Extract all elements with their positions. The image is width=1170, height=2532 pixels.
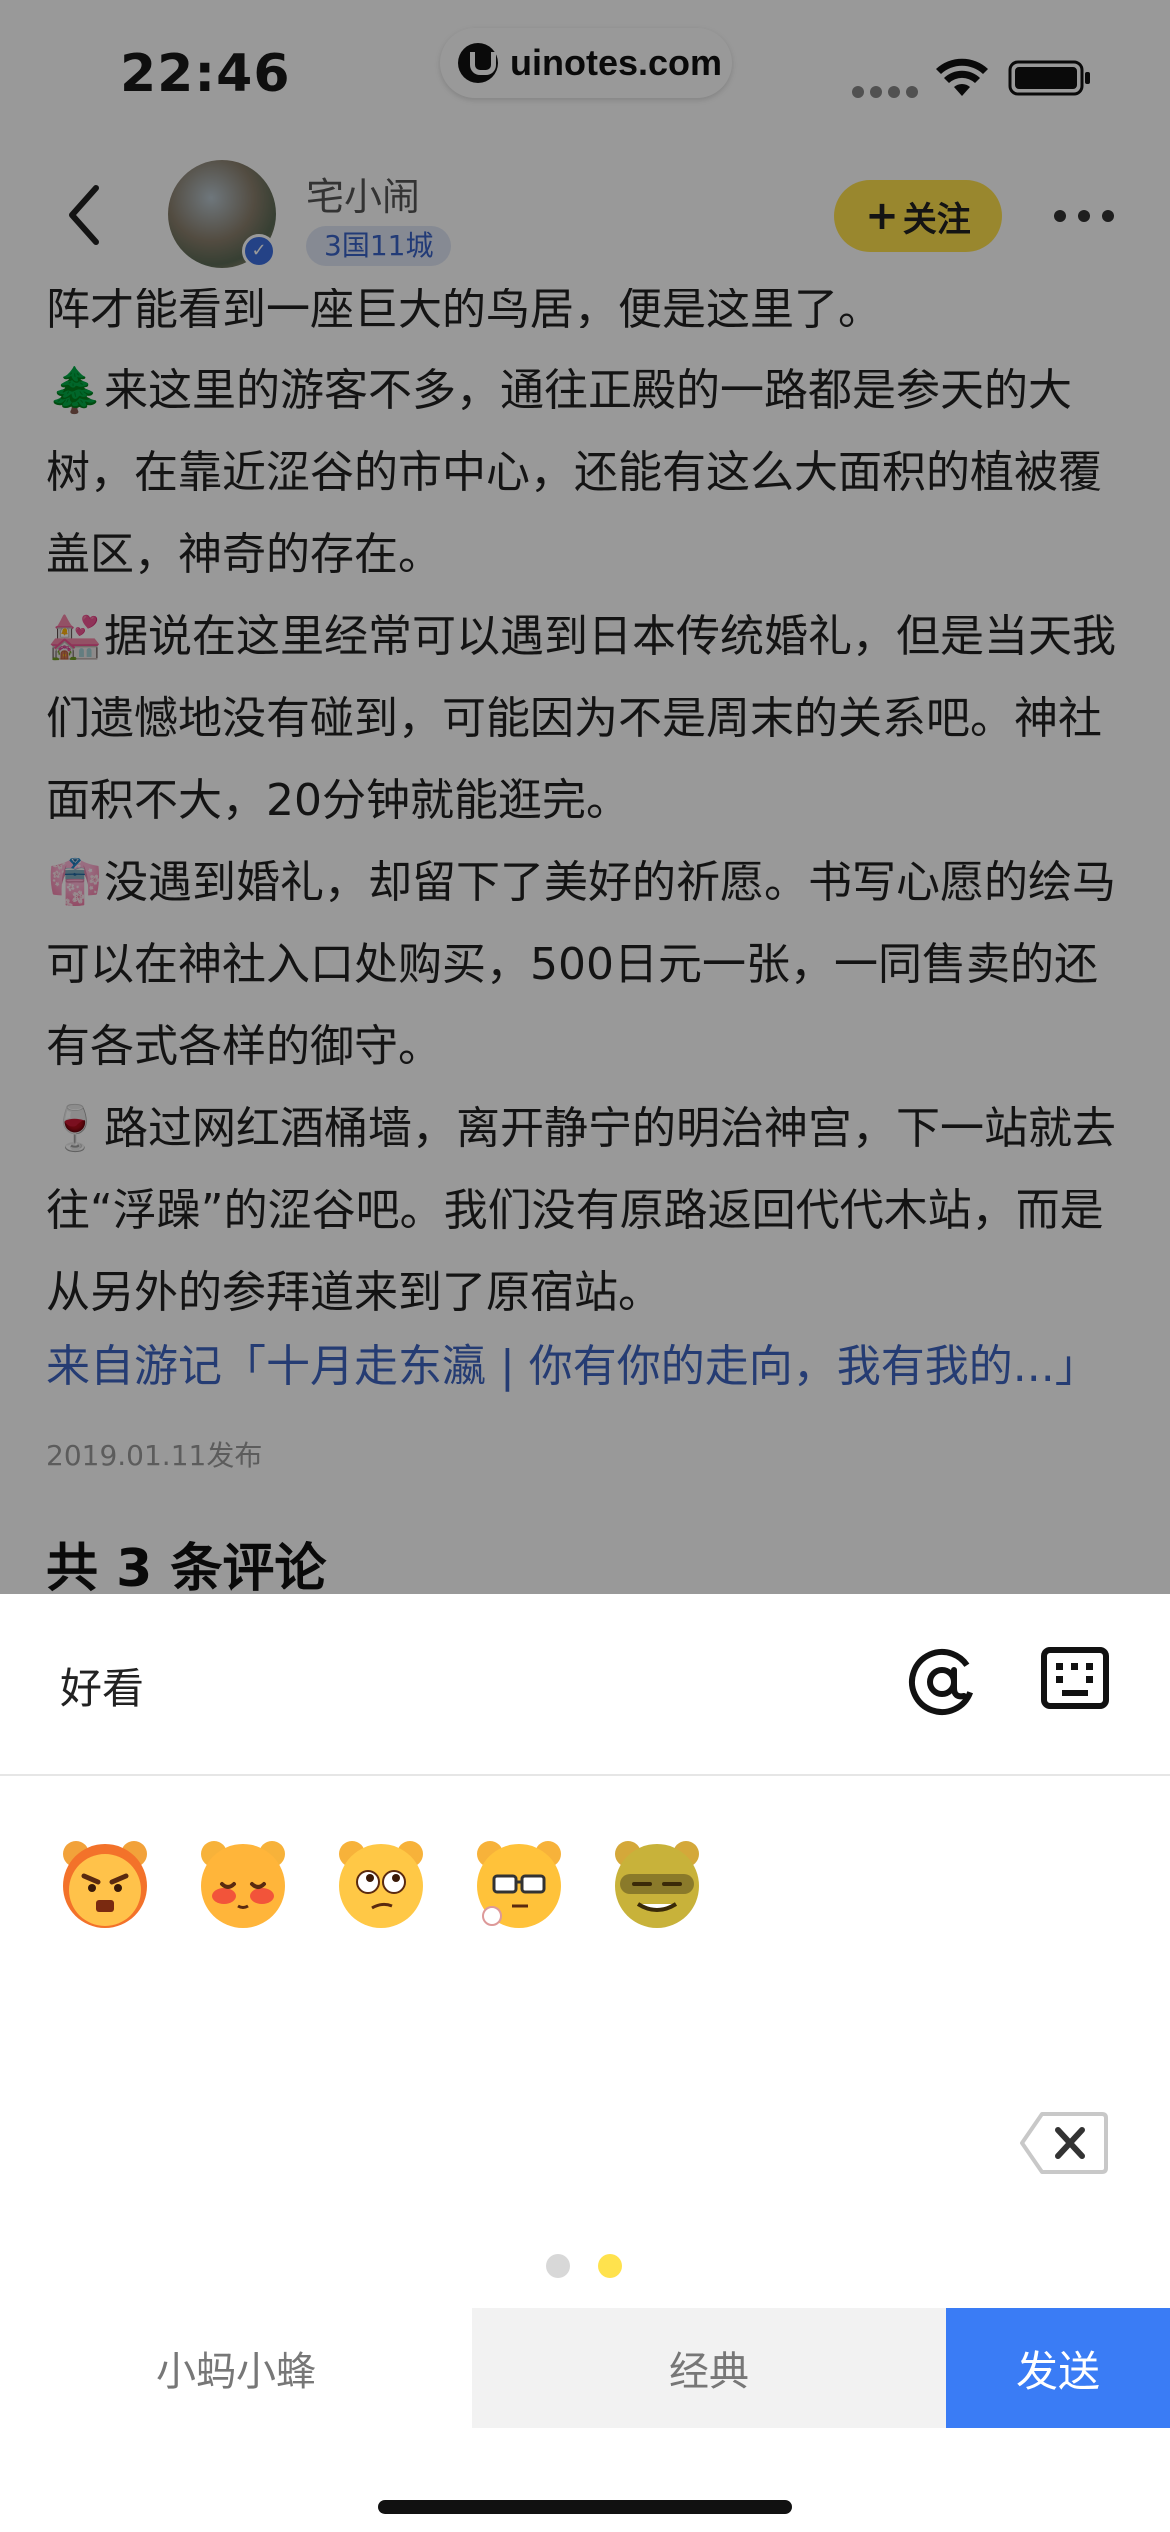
at-mention-icon[interactable] [906,1646,978,1718]
tab-mafengwo-stickers[interactable]: 小蚂小蜂 [0,2308,472,2428]
shy-bear-emoji-icon[interactable] [194,1834,292,1932]
emoji-page-indicator [546,2254,622,2278]
home-indicator [378,2500,792,2514]
comment-input-row [0,1594,1170,1776]
page-dot[interactable] [546,2254,570,2278]
nerd-bear-emoji-icon[interactable] [470,1834,568,1932]
modal-dim-overlay[interactable] [0,0,1170,1594]
emoji-grid [56,1834,706,1932]
keyboard-icon[interactable] [1040,1646,1110,1710]
backspace-delete-icon[interactable] [1018,2110,1108,2176]
angry-bear-emoji-icon[interactable] [56,1834,154,1932]
comment-input[interactable] [60,1650,860,1720]
note-detail-page: 22:46 uinotes.com ✓ 宅小闹 3国11城 + 关注 阵才能看到… [0,0,1170,1594]
comment-input-sheet: 小蚂小蜂 经典 发送 [0,1594,1170,2532]
tab-classic-emoji[interactable]: 经典 [472,2308,946,2428]
page-dot-active[interactable] [598,2254,622,2278]
emoji-tab-bar: 小蚂小蜂 经典 发送 [0,2308,1170,2428]
send-button[interactable]: 发送 [946,2308,1170,2428]
smirk-bear-emoji-icon[interactable] [608,1834,706,1932]
thinking-bear-emoji-icon[interactable] [332,1834,430,1932]
